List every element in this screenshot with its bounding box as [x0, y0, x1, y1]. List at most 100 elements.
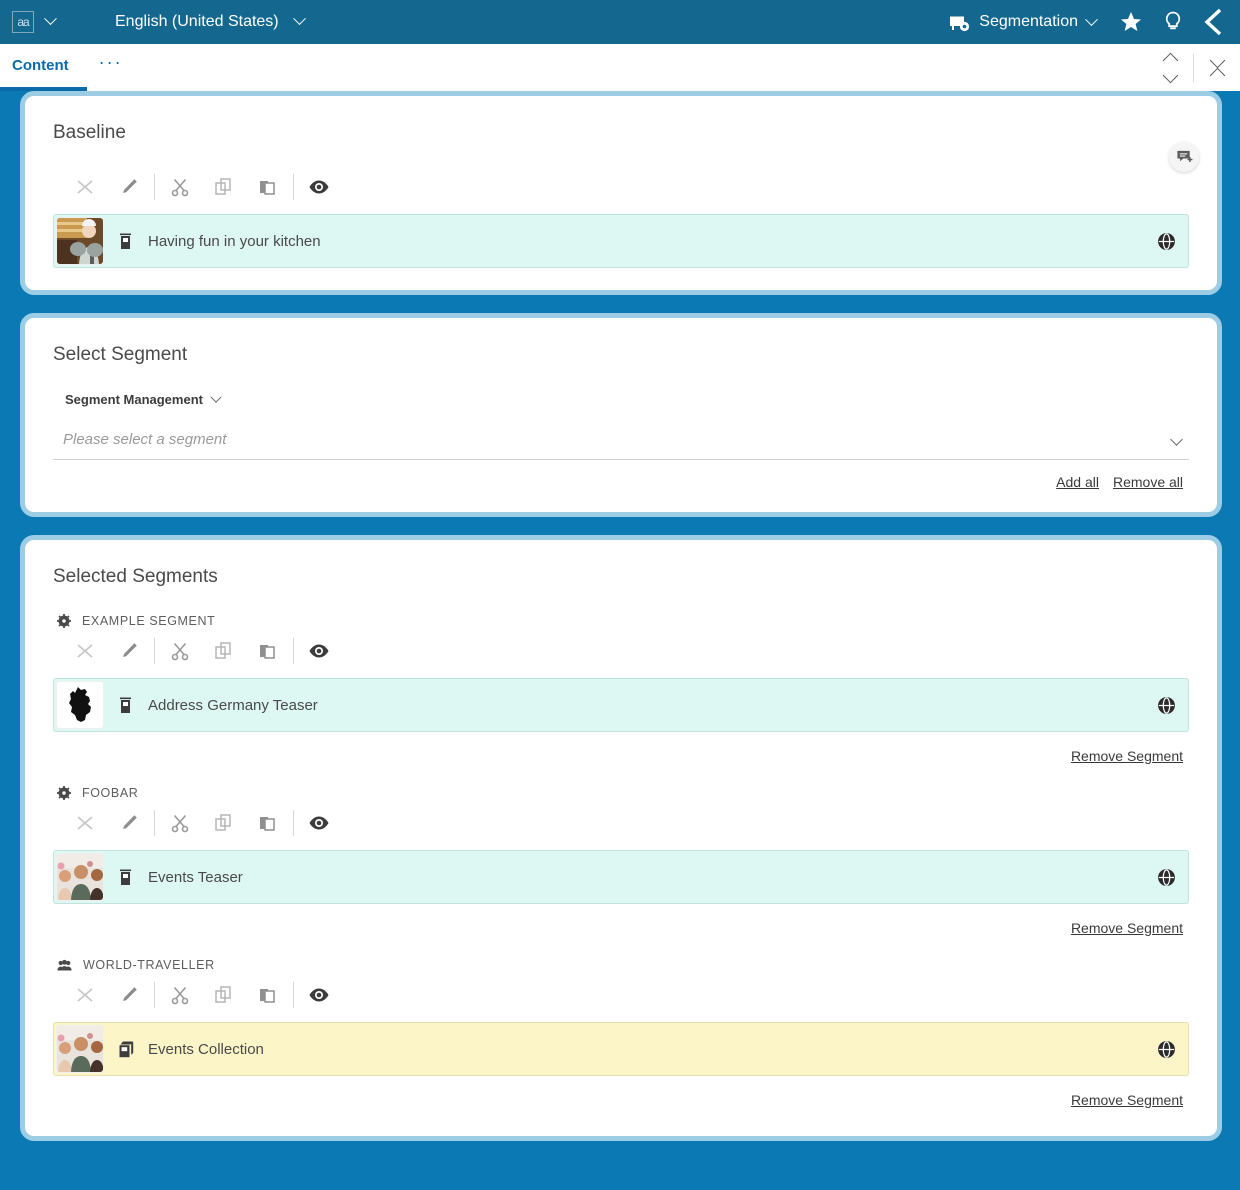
copy-button[interactable]: [202, 170, 246, 204]
copy-icon: [215, 178, 231, 195]
remove-segment-link[interactable]: Remove Segment: [1071, 920, 1183, 936]
selected-segments-title: Selected Segments: [53, 566, 218, 587]
chevron-up-icon: [1162, 52, 1178, 68]
paste-icon: [260, 817, 275, 831]
segmentation-icon: [950, 14, 970, 32]
segmentation-mode-button[interactable]: Segmentation: [948, 11, 1098, 33]
toolbar-divider: [154, 810, 155, 836]
toolbar-divider: [293, 638, 294, 664]
friends-crowd-photo: [57, 854, 103, 900]
remove-button[interactable]: [63, 978, 107, 1012]
add-comment-button[interactable]: [1169, 142, 1199, 172]
favorite-button[interactable]: [1110, 0, 1152, 44]
locale-indicator[interactable]: [1157, 232, 1176, 251]
segment-select-field[interactable]: Please select a segment: [53, 425, 1189, 460]
segment-name: FOOBAR: [82, 786, 139, 800]
baseline-panel: Baseline Having fun in your kitchen: [20, 91, 1222, 295]
locale-indicator[interactable]: [1157, 1040, 1176, 1059]
content-type-icon: [118, 1041, 134, 1058]
paste-icon: [260, 181, 275, 195]
remove-icon: [77, 988, 93, 1002]
content-type-icon: [118, 233, 134, 250]
edit-button[interactable]: [107, 170, 151, 204]
content-row[interactable]: Events Collection: [53, 1022, 1189, 1076]
preview-button[interactable]: [297, 170, 341, 204]
add-comment-icon: [1176, 150, 1192, 162]
segment-source-dropdown[interactable]: Segment Management: [65, 391, 1189, 407]
locale-indicator[interactable]: [1157, 868, 1176, 887]
edit-button[interactable]: [107, 634, 151, 668]
content-row-label: Address Germany Teaser: [148, 696, 318, 714]
toolbar-divider: [154, 638, 155, 664]
chevron-down-icon: [44, 12, 57, 26]
paste-button[interactable]: [246, 170, 290, 204]
edit-pencil-icon: [123, 643, 137, 657]
chevron-down-icon: [292, 12, 306, 26]
copy-button[interactable]: [202, 978, 246, 1012]
collection-stack-icon: [119, 1041, 134, 1057]
chevron-down-icon: [1170, 433, 1183, 446]
content-row-label: Events Collection: [148, 1040, 264, 1058]
teaser-document-icon: [120, 697, 131, 713]
cut-button[interactable]: [158, 170, 202, 204]
paste-icon: [260, 989, 275, 1003]
language-icon[interactable]: aa: [12, 11, 34, 33]
copy-button[interactable]: [202, 806, 246, 840]
thumbnail: [56, 853, 104, 901]
paste-icon: [260, 645, 275, 659]
remove-button[interactable]: [63, 806, 107, 840]
preview-button[interactable]: [297, 978, 341, 1012]
cut-button[interactable]: [158, 978, 202, 1012]
chevron-up-icon: [1209, 67, 1225, 83]
baseline-title: Baseline: [53, 122, 126, 143]
chevron-down-icon: [1209, 52, 1225, 68]
segment-header: WORLD-TRAVELLER: [57, 958, 1189, 972]
remove-segment-link[interactable]: Remove Segment: [1071, 1092, 1183, 1108]
edit-button[interactable]: [107, 978, 151, 1012]
remove-button[interactable]: [63, 170, 107, 204]
remove-all-link[interactable]: Remove all: [1113, 474, 1183, 490]
paste-button[interactable]: [246, 806, 290, 840]
cut-scissors-icon: [171, 642, 189, 661]
selected-segments-panel: Selected Segments EXAMPLE SEGMENT Addres…: [20, 535, 1222, 1141]
expand-collapse-button[interactable]: [1147, 44, 1193, 91]
edit-pencil-icon: [123, 987, 137, 1001]
content-row[interactable]: Events Teaser: [53, 850, 1189, 904]
cut-scissors-icon: [171, 178, 189, 197]
copy-button[interactable]: [202, 634, 246, 668]
edit-pencil-icon: [123, 179, 137, 193]
globe-icon: [1158, 1040, 1175, 1058]
collapse-panel-button[interactable]: [1194, 0, 1236, 44]
tab-overflow-button[interactable]: ···: [87, 52, 135, 73]
kitchen-chef-photo: [57, 218, 103, 264]
chevron-left-icon: [1204, 8, 1222, 36]
collapse-all-button[interactable]: [1194, 44, 1240, 91]
remove-segment-link[interactable]: Remove Segment: [1071, 748, 1183, 764]
tab-content[interactable]: Content: [0, 44, 87, 91]
preview-button[interactable]: [297, 806, 341, 840]
paste-button[interactable]: [246, 634, 290, 668]
lightbulb-icon: [1165, 11, 1181, 30]
remove-button[interactable]: [63, 634, 107, 668]
content-row[interactable]: Having fun in your kitchen: [53, 214, 1189, 268]
language-select-caret[interactable]: [285, 12, 314, 31]
gear-icon: [57, 786, 71, 800]
add-all-link[interactable]: Add all: [1056, 474, 1099, 490]
cut-button[interactable]: [158, 806, 202, 840]
language-dropdown-toggle[interactable]: [40, 12, 61, 31]
edit-pencil-icon: [123, 815, 137, 829]
hint-button[interactable]: [1152, 0, 1194, 44]
paste-button[interactable]: [246, 978, 290, 1012]
remove-segment-action: Remove Segment: [53, 1092, 1189, 1108]
preview-button[interactable]: [297, 634, 341, 668]
segment-block: FOOBAR Events Teaser Remove Segment: [53, 786, 1189, 936]
germany-map-silhouette: [57, 682, 103, 728]
chevron-down-icon: [210, 391, 222, 403]
cut-button[interactable]: [158, 634, 202, 668]
edit-button[interactable]: [107, 806, 151, 840]
toolbar-divider: [154, 174, 155, 200]
locale-indicator[interactable]: [1157, 696, 1176, 715]
tab-content-label: Content: [12, 57, 69, 74]
content-row[interactable]: Address Germany Teaser: [53, 678, 1189, 732]
select-segment-body: Select Segment Segment Management Please…: [25, 318, 1217, 512]
